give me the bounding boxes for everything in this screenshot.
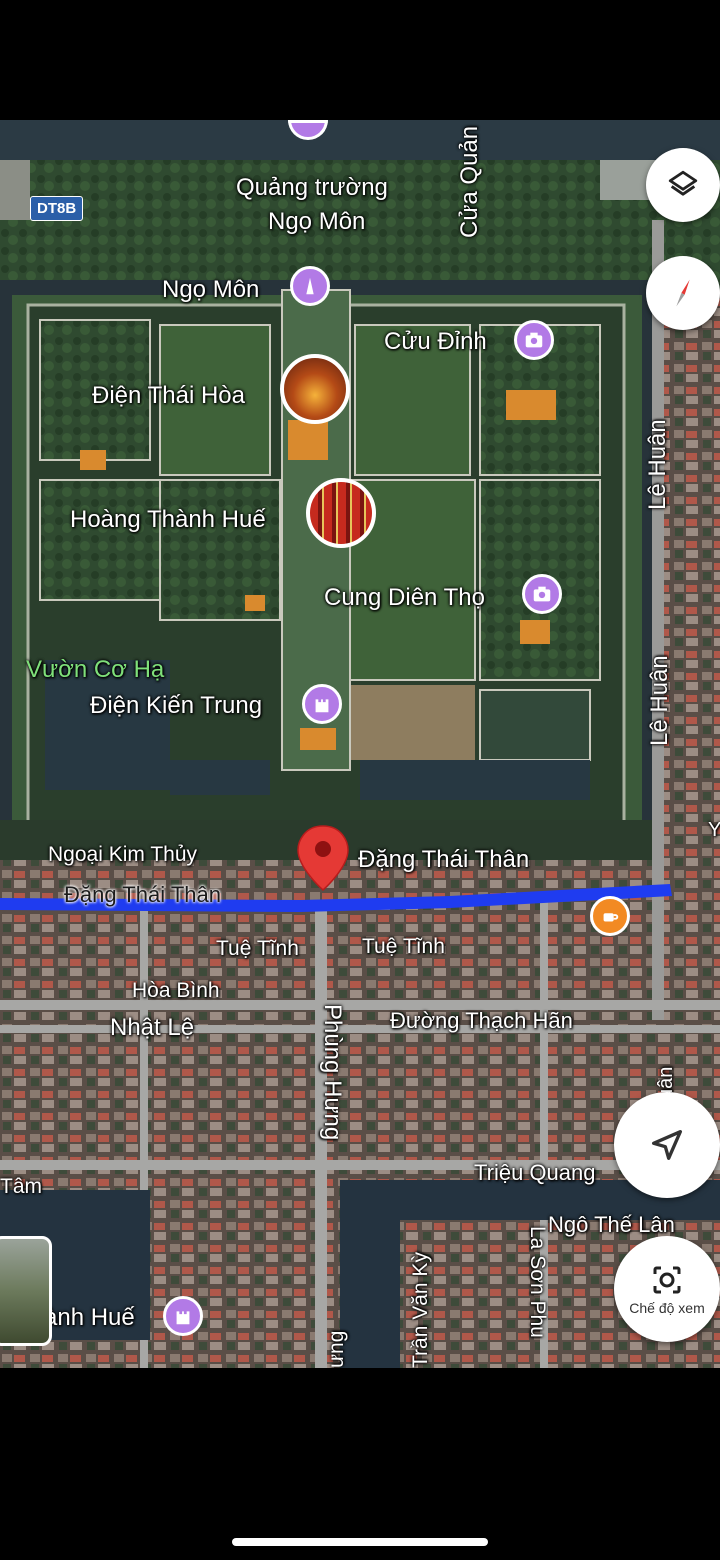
label-dang-thai-than-pin: Đặng Thái Thân [358,846,530,873]
label-hung-partial: ưng [325,1330,348,1368]
view-mode-label: Chế độ xem [629,1300,705,1316]
label-trieu-quang: Triệu Quang [474,1160,596,1185]
map-imagery [0,120,720,1368]
street-view-thumbnail[interactable] [0,1236,52,1346]
label-ngo-the-lan: Ngô Thế Lân [548,1212,675,1237]
compass-button[interactable] [646,256,720,330]
castle-icon[interactable] [302,684,342,724]
label-hoang-thanh-hue: Hoàng Thành Huế [70,506,266,533]
label-phung-hung: Phùng Hưng [319,1004,346,1141]
dien-thai-hoa-photo-pin[interactable] [280,354,350,424]
camera-icon[interactable] [522,574,562,614]
label-thanh-hue-partial: ành Huế [44,1304,135,1331]
label-cua-quang: Cửa Quản [456,125,483,238]
label-dang-thai-than-road: Đặng Thái Thân [64,882,221,907]
label-le-huan-2: Lê Huân [646,655,673,746]
label-nhat-le: Nhật Lệ [110,1014,195,1041]
route-shield-dt8b: DT8B [30,196,84,221]
navigation-arrow-icon [652,1130,682,1160]
label-la-son-phu: La Sơn Phu [526,1226,549,1338]
label-hoa-binh: Hòa Bình [132,979,220,1002]
label-tran-van-ky: Trần Văn Kỳ [409,1252,432,1368]
home-indicator[interactable] [232,1538,488,1546]
label-le-huan-1: Lê Huân [644,419,671,510]
label-dien-kien-trung: Điện Kiến Trung [90,692,263,719]
pagoda-icon[interactable] [290,266,330,306]
castle-icon[interactable] [163,1296,203,1336]
view-mode-button[interactable]: Chế độ xem [614,1236,720,1342]
label-quang-truong: Quảng trường [236,174,388,201]
label-tue-tinh-2: Tuệ Tĩnh [362,935,445,958]
compass-icon [676,279,690,307]
label-ngo-mon: Ngọ Môn [162,276,260,303]
label-cung-dien-tho: Cung Diên Thọ [324,584,485,611]
coffee-icon[interactable] [590,896,630,936]
label-cuu-dinh: Cửu Đỉnh [384,328,487,355]
layers-button[interactable] [646,148,720,222]
label-quang-truong-ngo-mon: Ngọ Môn [268,208,366,235]
label-tue-tinh-1: Tuệ Tĩnh [216,937,299,960]
label-duong-thach-han: Đường Thạch Hãn [390,1008,573,1033]
label-y-partial: Y [708,819,720,841]
layers-icon [668,170,698,196]
hoang-thanh-hue-photo-pin[interactable] [306,478,376,548]
camera-icon[interactable] [514,320,554,360]
camera-lens-icon [653,1266,681,1294]
label-tam-partial: Tâm [0,1175,42,1198]
label-dien-thai-hoa: Điện Thái Hòa [92,382,245,409]
label-vuon-co-ha: Vườn Cơ Hạ [26,656,165,683]
satellite-map[interactable]: DT8B Quảng trường Ngọ Môn Ngọ Môn Cửa Qu… [0,120,720,1368]
label-ngoai-kim-thuy: Ngoại Kim Thủy [48,843,198,866]
my-location-button[interactable] [614,1092,720,1198]
